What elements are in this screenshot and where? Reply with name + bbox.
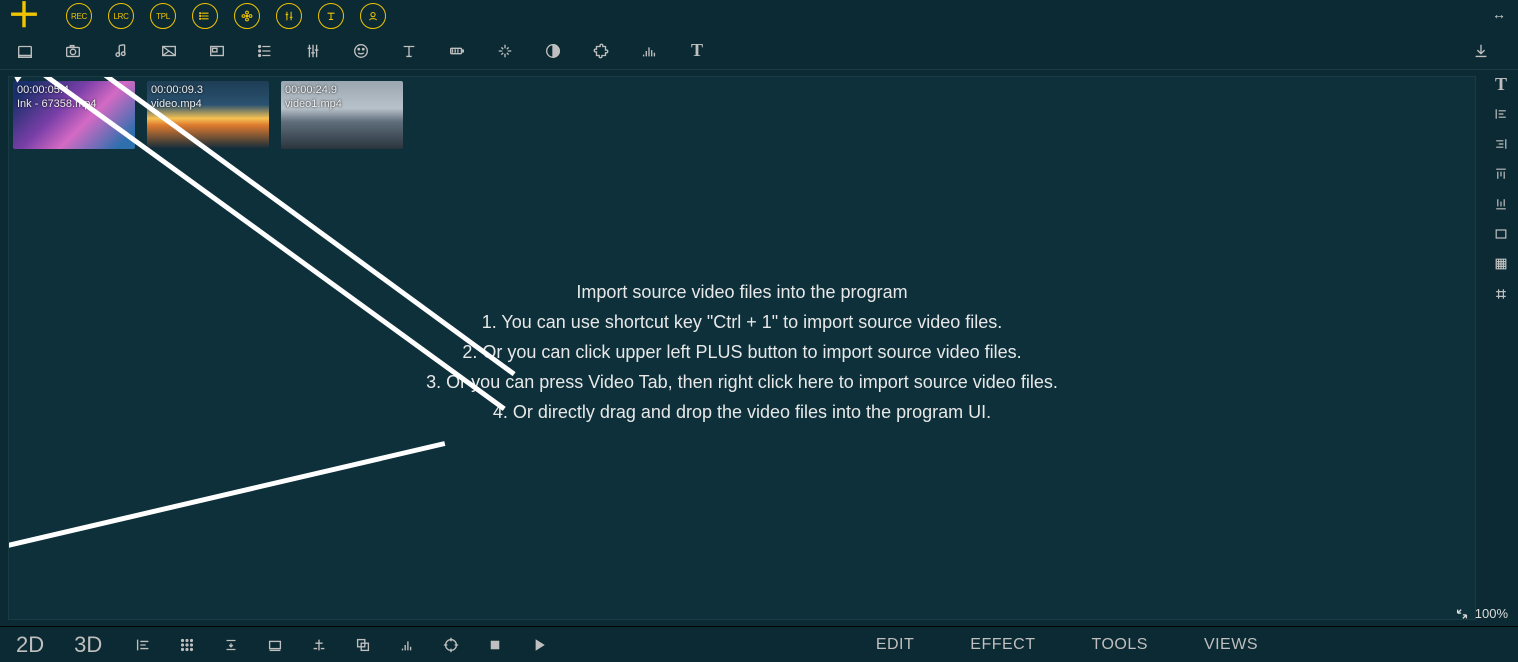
bottom-target-icon[interactable]	[440, 634, 462, 656]
music-icon[interactable]	[110, 40, 132, 62]
instructions-line: 2. Or you can click upper left PLUS butt…	[426, 337, 1058, 367]
video-tab-icon[interactable]	[14, 40, 36, 62]
flower-circle-button[interactable]	[234, 3, 260, 29]
bottom-chevron-down-icon[interactable]	[220, 634, 242, 656]
rec-button[interactable]: REC	[66, 3, 92, 29]
align-top-icon[interactable]	[1491, 164, 1511, 184]
menu-effect[interactable]: EFFECT	[970, 636, 1035, 654]
menu-edit[interactable]: EDIT	[876, 636, 914, 654]
resize-horizontal-icon[interactable]: ↔	[1492, 6, 1506, 22]
bottom-frame-icon[interactable]	[264, 634, 286, 656]
instructions-line: 1. You can use shortcut key "Ctrl + 1" t…	[426, 307, 1058, 337]
bottom-branch-icon[interactable]	[308, 634, 330, 656]
contrast-icon[interactable]	[542, 40, 564, 62]
lrc-button[interactable]: LRC	[108, 3, 134, 29]
media-pane[interactable]: 00:00:05.4 Ink - 67358.mp4 00:00:09.3 vi…	[8, 76, 1476, 620]
overlay-icon[interactable]	[206, 40, 228, 62]
menu-views[interactable]: VIEWS	[1204, 636, 1258, 654]
instructions-overlay: Import source video files into the progr…	[426, 277, 1058, 427]
instructions-title: Import source video files into the progr…	[426, 277, 1058, 307]
thumb-time: 00:00:24.9	[285, 83, 399, 97]
thumb-name: video1.mp4	[285, 97, 399, 111]
thumb-time: 00:00:05.4	[17, 83, 131, 97]
mode-2d-button[interactable]: 2D	[16, 632, 44, 658]
user-circle-button[interactable]	[360, 3, 386, 29]
mode-3d-button[interactable]: 3D	[74, 632, 102, 658]
media-thumb[interactable]: 00:00:05.4 Ink - 67358.mp4	[13, 81, 135, 149]
transition-icon[interactable]	[158, 40, 180, 62]
top-primary-toolbar: ＋ REC LRC TPL	[0, 0, 1518, 32]
thumb-time: 00:00:09.3	[151, 83, 265, 97]
thumbnail-row: 00:00:05.4 Ink - 67358.mp4 00:00:09.3 vi…	[9, 77, 1475, 153]
text-serif-icon[interactable]: T	[1491, 74, 1511, 94]
instructions-line: 3. Or you can press Video Tab, then righ…	[426, 367, 1058, 397]
bottom-grid-icon[interactable]	[176, 634, 198, 656]
bottom-play-icon[interactable]	[528, 634, 550, 656]
smile-icon[interactable]	[350, 40, 372, 62]
menu-tools[interactable]: TOOLS	[1091, 636, 1147, 654]
battery-icon[interactable]	[446, 40, 468, 62]
puzzle-icon[interactable]	[590, 40, 612, 62]
fullscreen-box-icon[interactable]	[1491, 224, 1511, 244]
align-right-icon[interactable]	[1491, 134, 1511, 154]
list-circle-button[interactable]	[192, 3, 218, 29]
bottom-toolbar: 2D 3D EDIT EFFECT TOOLS VIEWS	[0, 626, 1518, 662]
zoom-value: 100%	[1475, 606, 1508, 621]
equalizer-icon[interactable]	[638, 40, 660, 62]
bottom-stop-icon[interactable]	[484, 634, 506, 656]
adjust-circle-button[interactable]	[276, 3, 302, 29]
media-thumb[interactable]: 00:00:09.3 video.mp4	[147, 81, 269, 149]
thumb-name: Ink - 67358.mp4	[17, 97, 131, 111]
download-icon[interactable]	[1470, 40, 1492, 62]
text-icon[interactable]	[398, 40, 420, 62]
instructions-line: 4. Or directly drag and drop the video f…	[426, 397, 1058, 427]
sliders-icon[interactable]	[302, 40, 324, 62]
thumb-name: video.mp4	[151, 97, 265, 111]
bold-text-icon[interactable]: T	[686, 40, 708, 62]
top-secondary-toolbar: T	[0, 32, 1518, 70]
right-side-toolbar: T	[1484, 70, 1518, 626]
sparkle-icon[interactable]	[494, 40, 516, 62]
grid-icon[interactable]	[1491, 284, 1511, 304]
text-circle-button[interactable]	[318, 3, 344, 29]
grid-dense-icon[interactable]	[1491, 254, 1511, 274]
bottom-layers-icon[interactable]	[352, 634, 374, 656]
align-left-icon[interactable]	[1491, 104, 1511, 124]
add-button[interactable]: ＋	[8, 0, 40, 32]
bottom-bars-icon[interactable]	[396, 634, 418, 656]
align-bottom-icon[interactable]	[1491, 194, 1511, 214]
zoom-indicator[interactable]: 100%	[1449, 603, 1514, 624]
camera-icon[interactable]	[62, 40, 84, 62]
media-thumb[interactable]: 00:00:24.9 video1.mp4	[281, 81, 403, 149]
tpl-button[interactable]: TPL	[150, 3, 176, 29]
list-icon[interactable]	[254, 40, 276, 62]
bottom-align-icon[interactable]	[132, 634, 154, 656]
